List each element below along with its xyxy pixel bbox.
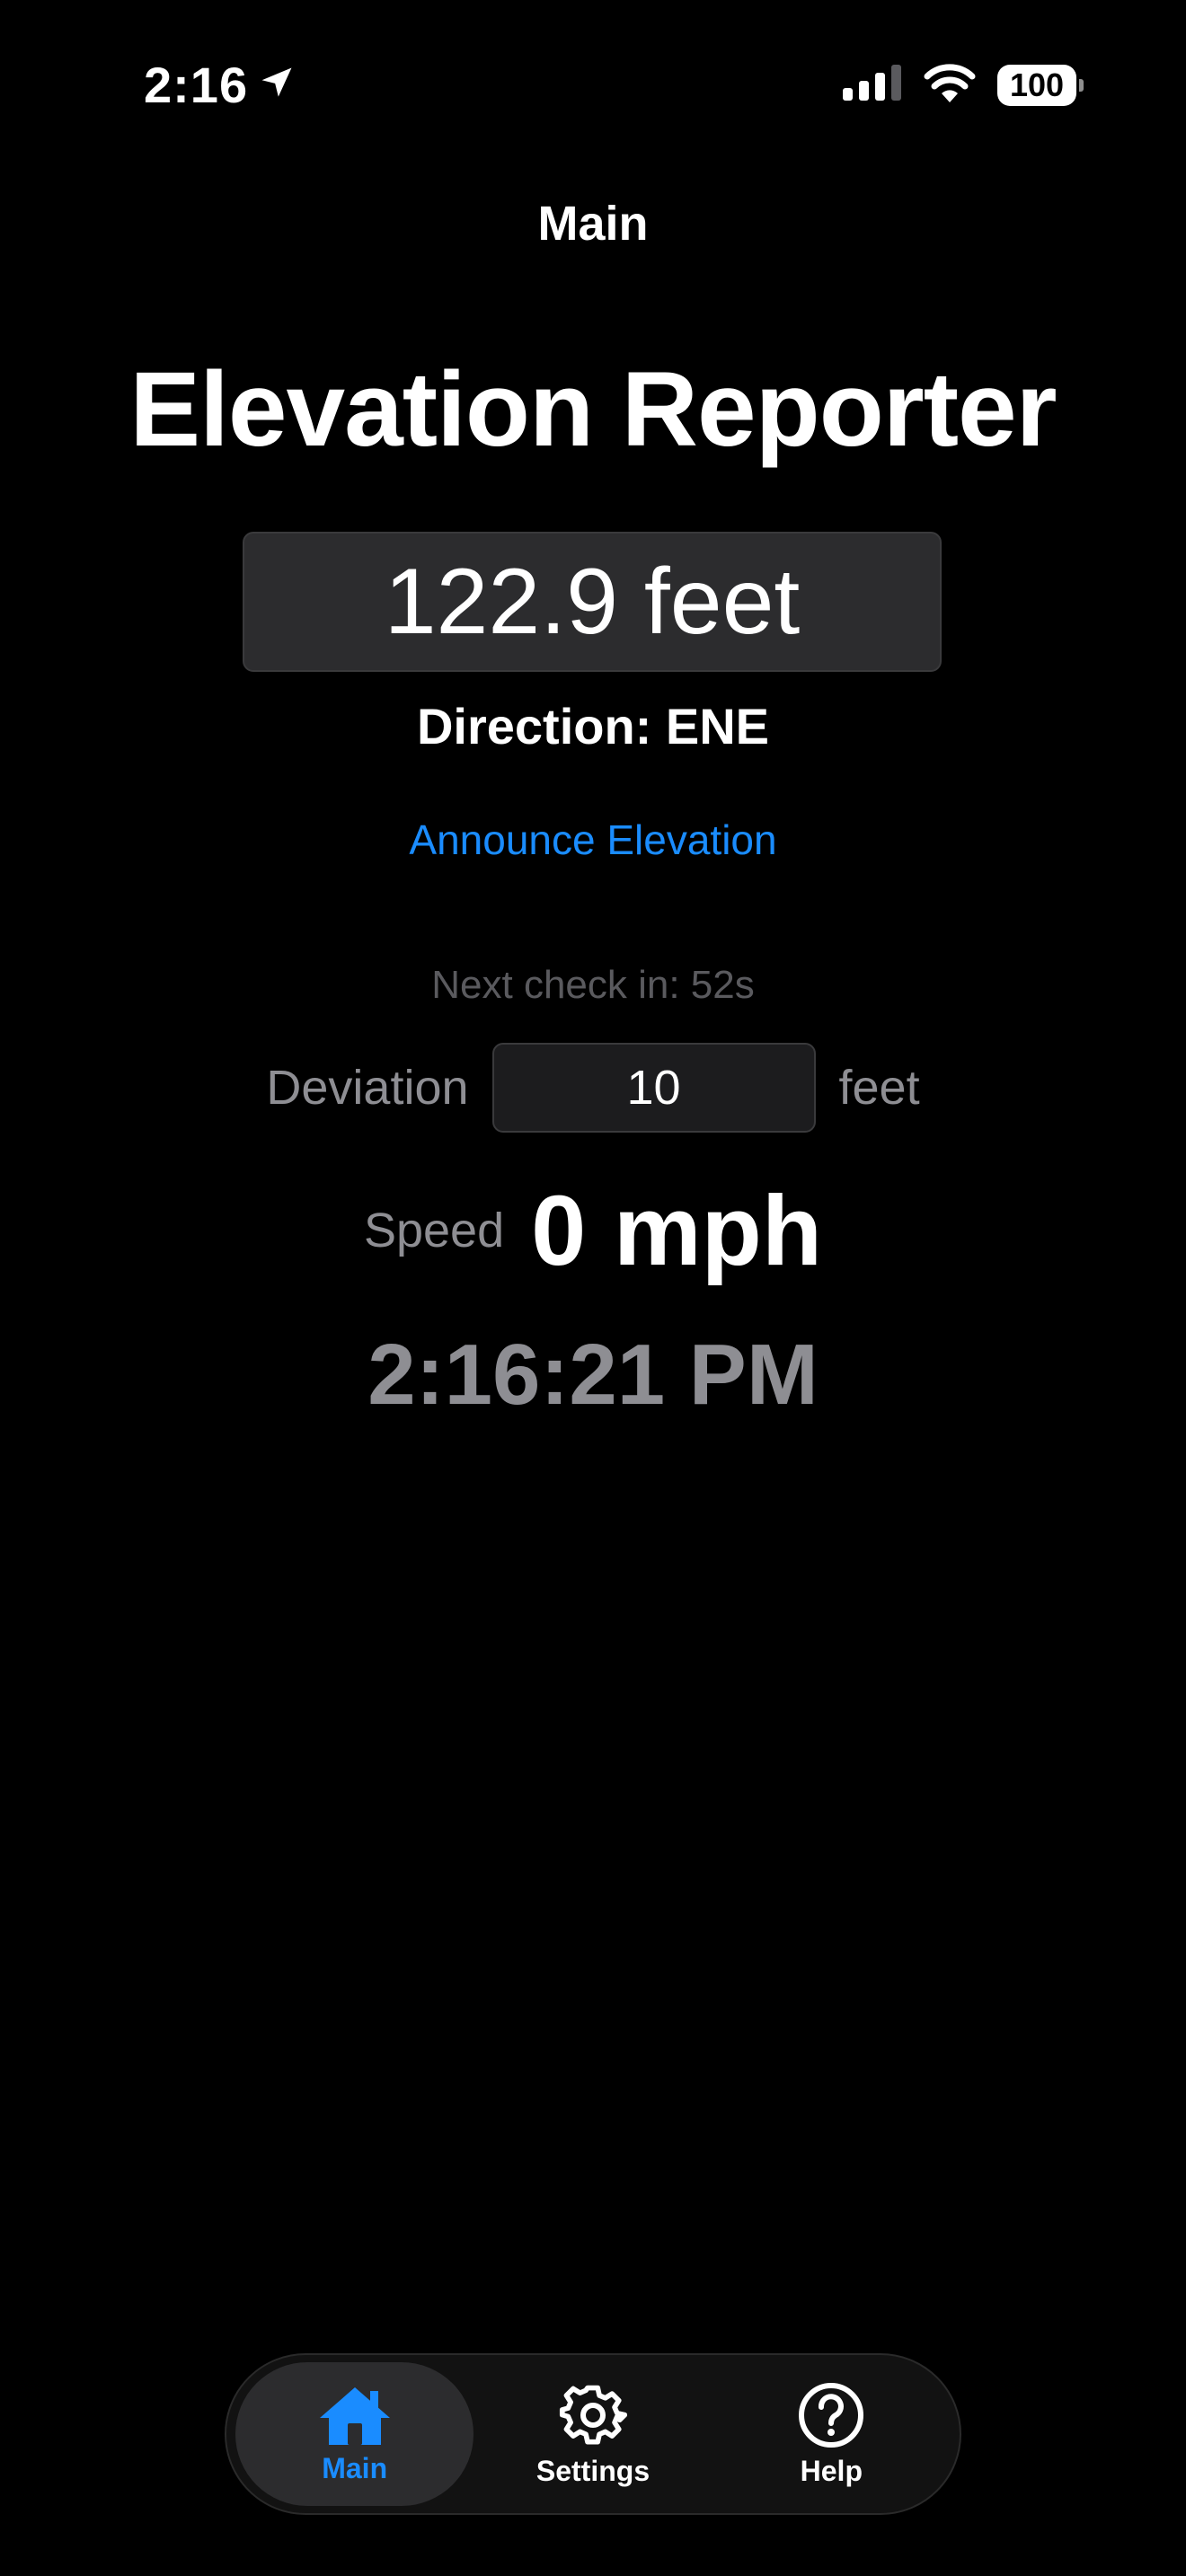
tab-bar: Main Settings Help <box>225 2353 961 2515</box>
house-icon <box>316 2384 394 2447</box>
tab-help[interactable]: Help <box>712 2362 951 2506</box>
announce-elevation-button[interactable]: Announce Elevation <box>0 816 1186 864</box>
gear-icon <box>559 2381 627 2449</box>
status-time-text: 2:16 <box>144 57 249 113</box>
question-circle-icon <box>797 2381 865 2449</box>
next-check-countdown: Next check in: 52s <box>431 963 755 1007</box>
tab-main[interactable]: Main <box>235 2362 474 2506</box>
speed-value: 0 mph <box>531 1175 823 1286</box>
direction-label: Direction: ENE <box>416 698 770 754</box>
tab-help-label: Help <box>800 2454 863 2487</box>
nav-title: Main <box>537 197 649 251</box>
status-bar-indicators: 100 <box>843 63 1084 107</box>
elevation-display: 122.9 feet <box>243 532 942 672</box>
speed-label: Speed <box>363 1204 505 1257</box>
battery-icon: 100 <box>997 64 1084 106</box>
current-time-display: 2:16:21 PM <box>367 1327 819 1423</box>
app-title: Elevation Reporter <box>129 350 1057 469</box>
tab-main-label: Main <box>322 2451 388 2484</box>
cellular-signal-icon <box>843 65 902 105</box>
status-bar-time: 2:16 <box>144 56 296 114</box>
speed-row: Speed 0 mph <box>0 1176 1186 1286</box>
deviation-unit: feet <box>838 1061 920 1115</box>
tab-settings-label: Settings <box>535 2454 651 2487</box>
deviation-row: Deviation feet <box>0 1042 1186 1134</box>
deviation-input[interactable] <box>491 1043 816 1133</box>
tab-settings[interactable]: Settings <box>474 2362 712 2506</box>
wifi-icon <box>924 63 976 107</box>
deviation-label: Deviation <box>266 1061 469 1115</box>
elevation-value: 122.9 feet <box>384 549 801 654</box>
location-arrow-icon <box>257 56 296 114</box>
